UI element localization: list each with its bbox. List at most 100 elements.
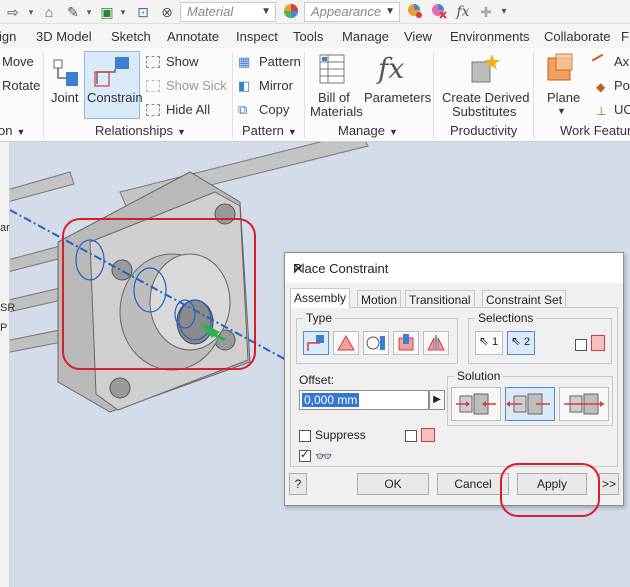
material-sphere-icon[interactable]: ⊗: [158, 3, 176, 21]
parameters-label: Parameters: [364, 90, 432, 105]
group-manage-text: Manage: [338, 123, 385, 138]
chevron-down-icon: ▼: [557, 106, 566, 116]
select-icon[interactable]: ⊡: [134, 3, 152, 21]
appearance-adjust-icon[interactable]: [406, 3, 424, 21]
browser-item-fragment[interactable]: ar: [0, 222, 10, 234]
help-button[interactable]: ?: [289, 473, 307, 495]
appearance-dropdown[interactable]: Appearance ▼: [304, 2, 400, 22]
mate-icon: [307, 335, 324, 351]
ok-button[interactable]: OK: [357, 473, 429, 495]
group-divider: [304, 52, 305, 138]
insert-icon: [398, 334, 414, 351]
move-button[interactable]: Move: [2, 54, 34, 69]
tab-view[interactable]: View: [404, 29, 432, 44]
dialog-title-bar[interactable]: Place Constraint ✕: [285, 253, 623, 283]
group-work-features-label[interactable]: Work Feature: [560, 123, 630, 138]
browser-item-fragment[interactable]: P: [0, 322, 7, 334]
insert-constraint-button[interactable]: [393, 331, 419, 355]
model-browser-strip[interactable]: ar SR P: [0, 142, 15, 587]
group-productivity-label[interactable]: Productivity: [450, 123, 517, 138]
offset-input[interactable]: 0,000 mm: [299, 390, 429, 410]
rotate-button[interactable]: Rotate: [2, 78, 40, 93]
show-preview-checkbox[interactable]: ✓: [299, 449, 311, 462]
first-selection-part-checkbox[interactable]: [575, 339, 587, 351]
cancel-button[interactable]: Cancel: [437, 473, 509, 495]
material-dropdown[interactable]: Material ▼: [180, 2, 276, 22]
joint-label: Joint: [51, 90, 79, 105]
selection-2-button[interactable]: ⇖ 2: [507, 331, 535, 355]
more-options-button[interactable]: >>: [599, 473, 619, 495]
update-icon[interactable]: ▣: [98, 3, 116, 21]
chevron-down-icon[interactable]: ▾: [118, 3, 128, 21]
hide-all-icon: [146, 104, 160, 116]
show-button[interactable]: Show: [166, 54, 199, 69]
suppress-checkbox[interactable]: [299, 430, 311, 442]
tab-environments[interactable]: Environments: [450, 29, 529, 44]
pattern-button[interactable]: Pattern: [259, 54, 301, 69]
angle-constraint-button[interactable]: [333, 331, 359, 355]
group-position-label[interactable]: on ▼: [0, 123, 25, 138]
tab-annotate[interactable]: Annotate: [167, 29, 219, 44]
tab-assembly[interactable]: Assembly: [290, 288, 351, 308]
predict-offset-icon: [421, 428, 435, 442]
tab-collaborate[interactable]: Collaborate: [544, 29, 611, 44]
sketch-icon[interactable]: ✎: [64, 3, 82, 21]
constrain-icon: [94, 57, 129, 87]
constrain-button[interactable]: Constrain: [84, 51, 143, 119]
ucs-button[interactable]: UC: [614, 102, 630, 117]
chevron-down-icon[interactable]: ▾: [84, 3, 94, 21]
chevron-down-icon[interactable]: ▾: [26, 3, 36, 21]
group-relationships-label[interactable]: Relationships ▼: [95, 123, 186, 138]
color-wheel-icon[interactable]: [282, 3, 300, 21]
axis-icon: [591, 53, 609, 71]
tab-design[interactable]: ign: [0, 29, 16, 44]
tab-constraint-set[interactable]: Constraint Set: [482, 290, 567, 308]
tab-overflow[interactable]: F: [621, 29, 629, 44]
redo-arrow-icon[interactable]: ⇨: [4, 3, 22, 21]
plane-button[interactable]: Plane ▼: [540, 52, 584, 118]
axis-button[interactable]: Axi: [614, 54, 630, 69]
tab-sketch[interactable]: Sketch: [111, 29, 151, 44]
symmetry-constraint-button[interactable]: [423, 331, 449, 355]
material-dropdown-label: Material: [187, 4, 234, 19]
offset-flyout-arrow[interactable]: ▶: [429, 390, 445, 410]
group-manage-label[interactable]: Manage ▼: [338, 123, 398, 138]
tab-3d-model[interactable]: 3D Model: [36, 29, 92, 44]
predict-offset-checkbox[interactable]: [405, 430, 417, 442]
home-icon[interactable]: ⌂: [40, 3, 58, 21]
solution-label: Solution: [454, 369, 504, 383]
show-sick-icon: [146, 80, 160, 92]
type-group: Type: [296, 311, 458, 364]
tab-transitional[interactable]: Transitional: [405, 290, 475, 308]
group-pattern-label[interactable]: Pattern ▼: [242, 123, 297, 138]
group-divider: [43, 52, 44, 138]
chevron-right-icon: ▶: [433, 394, 441, 405]
tab-manage[interactable]: Manage: [342, 29, 389, 44]
create-derived-substitutes-button[interactable]: Create Derived Substitutes: [438, 52, 529, 119]
joint-button[interactable]: Joint: [48, 52, 84, 112]
show-icon: [146, 56, 160, 68]
browser-item-fragment[interactable]: SR: [0, 302, 15, 314]
tab-tools[interactable]: Tools: [293, 29, 323, 44]
aligned-solution-button[interactable]: [559, 387, 609, 421]
parameters-button[interactable]: fx Parameters: [362, 52, 432, 112]
bill-of-materials-button[interactable]: Bill of Materials: [310, 52, 363, 119]
plus-icon[interactable]: ✚: [478, 3, 494, 21]
point-button[interactable]: Poi: [614, 78, 630, 93]
customize-caret-icon[interactable]: ▾: [498, 3, 510, 21]
mate-constraint-button[interactable]: [303, 331, 329, 355]
clear-appearance-icon[interactable]: [430, 3, 448, 21]
mirror-button[interactable]: Mirror: [259, 78, 293, 93]
tab-inspect[interactable]: Inspect: [236, 29, 278, 44]
show-sick-button[interactable]: Show Sick: [166, 78, 227, 93]
close-icon[interactable]: ✕: [293, 261, 613, 277]
copy-button[interactable]: Copy: [259, 102, 289, 117]
selection-1-button[interactable]: ⇖ 1: [475, 331, 503, 355]
flush-solution-button[interactable]: [505, 387, 555, 421]
tangent-constraint-button[interactable]: [363, 331, 389, 355]
type-label: Type: [303, 311, 336, 325]
tab-motion[interactable]: Motion: [357, 290, 402, 308]
fx-icon[interactable]: fx: [454, 3, 472, 21]
mate-solution-button[interactable]: [451, 387, 501, 421]
hide-all-button[interactable]: Hide All: [166, 102, 210, 117]
